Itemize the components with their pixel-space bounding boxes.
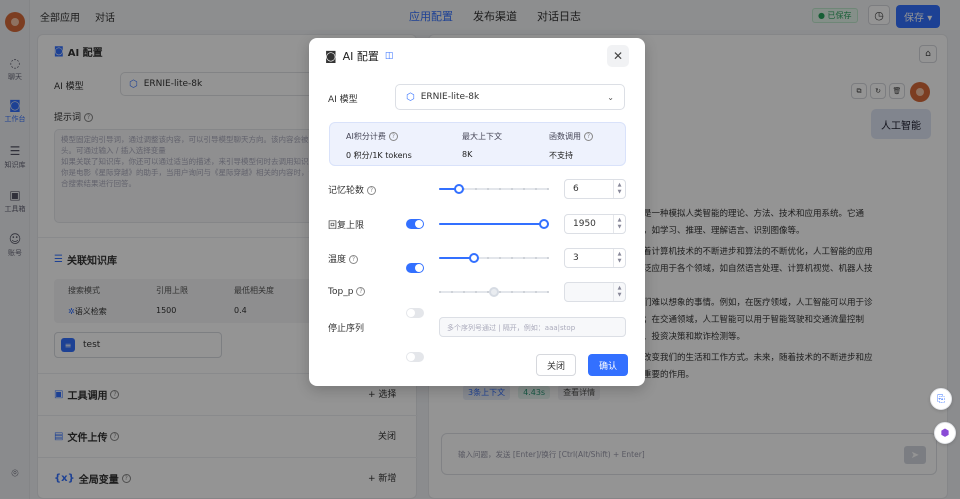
modal-header: ◙ AI 配置 ◫ [325, 48, 393, 64]
model-info-box: AI积分计费? 0 积分/1K tokens 最大上下文 8K 函数调用? 不支… [329, 122, 626, 166]
slider-handle[interactable] [489, 287, 499, 297]
stepper[interactable]: ▲ ▼ [613, 249, 625, 267]
chevron-up-icon: ▲ [617, 182, 622, 188]
stop-sequence-label: 停止序列 [328, 324, 365, 334]
slider-tick [487, 257, 489, 259]
memory-slider[interactable] [439, 184, 549, 194]
stop-sequence-input[interactable]: 多个序列号通过 | 隔开，例如：aaa|stop [439, 317, 626, 337]
ai-config-modal: ◙ AI 配置 ◫ ✕ AI 模型 ⬡ ERNIE-lite-8k ⌄ AI积分… [309, 38, 645, 386]
max-tokens-toggle[interactable] [406, 219, 424, 229]
book-icon[interactable]: ◫ [385, 51, 394, 61]
context-header: 最大上下文 [462, 132, 502, 141]
slider-tick [523, 188, 525, 190]
temperature-toggle[interactable] [406, 263, 424, 273]
max-tokens-slider[interactable] [439, 219, 549, 229]
billing-value: 0 积分/1K tokens [346, 151, 412, 160]
top-p-label: Top_p? [328, 287, 366, 297]
memory-input[interactable]: 6 ▲ ▼ [564, 179, 626, 199]
stepper[interactable]: ▲ ▼ [613, 180, 625, 198]
slider-tick [463, 291, 465, 293]
slider-tick [511, 291, 513, 293]
slider-tick [547, 188, 549, 190]
slider-tick [523, 291, 525, 293]
slider-tick [499, 291, 501, 293]
function-call-header: 函数调用? [549, 131, 593, 142]
slider-tick [535, 291, 537, 293]
modal-model-select[interactable]: ⬡ ERNIE-lite-8k ⌄ [395, 84, 625, 110]
chevron-up-icon: ▲ [617, 285, 622, 291]
context-value: 8K [462, 150, 473, 159]
chevron-down-icon: ▼ [617, 189, 622, 195]
temperature-label: 温度? [328, 252, 359, 265]
slider-tick [499, 188, 501, 190]
slider-tick [511, 257, 513, 259]
help-icon[interactable]: ? [584, 132, 593, 141]
top-p-toggle[interactable] [406, 308, 424, 318]
translate-icon: ⎘ [937, 393, 945, 405]
model-logo-icon: ⬡ [406, 91, 415, 103]
assistant-icon: ⬢ [940, 427, 950, 439]
help-icon[interactable]: ? [356, 287, 366, 296]
translate-fab[interactable]: ⎘ [930, 388, 952, 410]
slider-tick [535, 257, 537, 259]
modal-confirm-button[interactable]: 确认 [588, 354, 628, 376]
slider-fill [439, 223, 549, 225]
chevron-down-icon: ▼ [617, 258, 622, 264]
slider-handle[interactable] [469, 253, 479, 263]
max-tokens-label: 回复上限 [328, 221, 365, 231]
max-tokens-input[interactable]: 1950 ▲ ▼ [564, 214, 626, 234]
slider-handle[interactable] [539, 219, 549, 229]
chevron-down-icon: ⌄ [607, 92, 614, 102]
slider-tick [451, 291, 453, 293]
help-icon[interactable]: ? [367, 186, 377, 195]
slider-tick [475, 291, 477, 293]
slider-tick [511, 188, 513, 190]
top-p-input[interactable]: ▲ ▼ [564, 282, 626, 302]
function-call-value: 不支持 [549, 151, 573, 160]
help-icon[interactable]: ? [388, 132, 398, 141]
temperature-input[interactable]: 3 ▲ ▼ [564, 248, 626, 268]
slider-handle[interactable] [454, 184, 464, 194]
slider-tick [487, 188, 489, 190]
stepper[interactable]: ▲ ▼ [613, 283, 625, 301]
modal-model-label: AI 模型 [328, 95, 358, 105]
modal-title: AI 配置 [342, 50, 379, 63]
slider-tick [475, 188, 477, 190]
slider-fill [439, 257, 472, 259]
help-icon[interactable]: ? [349, 255, 359, 264]
close-icon[interactable]: ✕ [607, 45, 629, 67]
memory-label: 记忆轮数? [328, 183, 377, 196]
stepper[interactable]: ▲ ▼ [613, 215, 625, 233]
slider-tick [547, 291, 549, 293]
assistant-fab[interactable]: ⬢ [934, 422, 956, 444]
chevron-down-icon: ▼ [617, 292, 622, 298]
top-p-slider[interactable] [439, 287, 549, 297]
slider-tick [439, 291, 441, 293]
stop-sequence-toggle[interactable] [406, 352, 424, 362]
slider-tick [499, 257, 501, 259]
chevron-up-icon: ▲ [617, 217, 622, 223]
chevron-up-icon: ▲ [617, 251, 622, 257]
chevron-down-icon: ▼ [617, 224, 622, 230]
robot-icon: ◙ [325, 49, 337, 63]
temperature-slider[interactable] [439, 253, 549, 263]
slider-tick [523, 257, 525, 259]
billing-header: AI积分计费? [346, 131, 398, 142]
slider-tick [535, 188, 537, 190]
slider-tick [547, 257, 549, 259]
modal-close-button[interactable]: 关闭 [536, 354, 576, 376]
